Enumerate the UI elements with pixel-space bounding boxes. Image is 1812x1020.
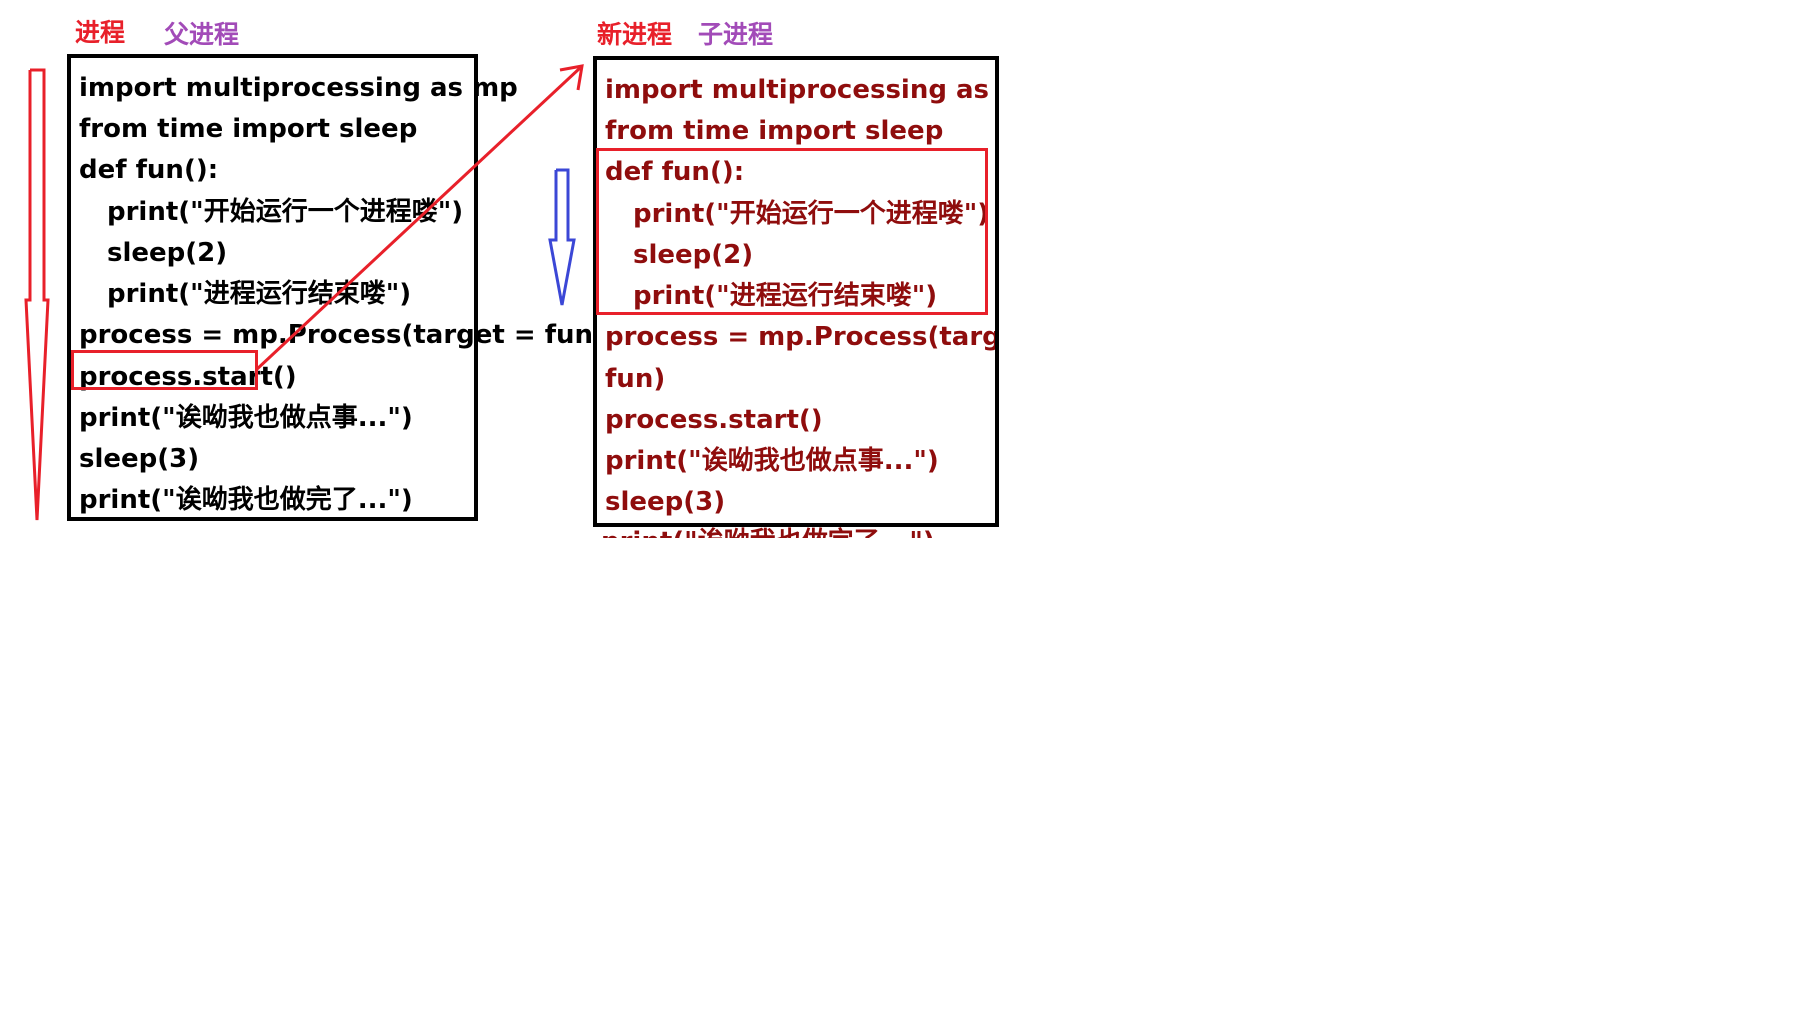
code-line: print("开始运行一个进程喽") xyxy=(107,197,464,227)
code-line: print("诶呦我也做完了...") xyxy=(79,485,413,515)
code-line: sleep(3) xyxy=(605,487,726,517)
code-line: process.start() xyxy=(605,405,823,435)
child-process-sub-label: 子进程 xyxy=(698,20,774,49)
code-line: process = mp.Process(target = fun) xyxy=(79,320,605,350)
code-line: process = mp.Process(target = xyxy=(605,322,999,352)
code-line: fun) xyxy=(605,364,666,394)
code-line: print("诶呦我也做点事...") xyxy=(79,403,413,433)
code-line: import multiprocessing as mp xyxy=(605,75,995,105)
fun-block-highlight xyxy=(596,148,988,315)
process-start-highlight xyxy=(71,350,258,390)
child-timeline-arrow xyxy=(548,168,576,306)
code-line: import multiprocessing as mp xyxy=(79,73,518,103)
code-line: sleep(2) xyxy=(107,238,228,268)
child-process-label: 新进程 xyxy=(597,20,673,49)
parent-timeline-arrow xyxy=(24,68,50,521)
code-line: from time import sleep xyxy=(79,114,418,144)
code-line: print("进程运行结束喽") xyxy=(107,279,412,309)
parent-process-label: 进程 xyxy=(75,18,126,47)
code-line-clipped: print("诶呦我也做完了...") xyxy=(601,522,935,538)
code-line: sleep(3) xyxy=(79,444,200,474)
code-line: def fun(): xyxy=(79,155,219,185)
code-line: from time import sleep xyxy=(605,116,944,146)
parent-code-box: import multiprocessing as mp from time i… xyxy=(67,54,605,521)
code-line: print("诶呦我也做点事...") xyxy=(605,446,939,476)
parent-process-sub-label: 父进程 xyxy=(164,20,240,49)
